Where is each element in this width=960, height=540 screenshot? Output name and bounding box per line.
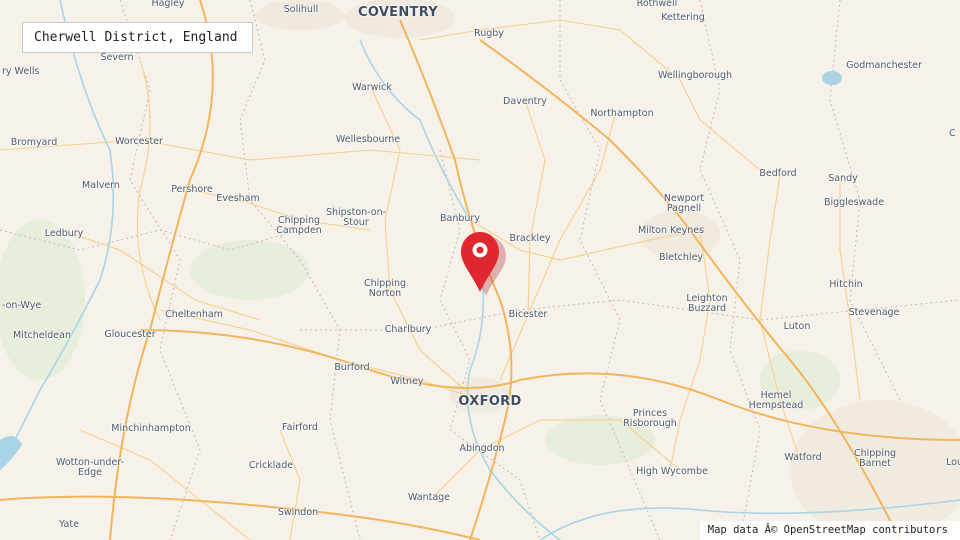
place-label: Watford	[784, 452, 822, 463]
place-label: Rugby	[474, 28, 504, 39]
place-label: Sandy	[828, 173, 858, 184]
place-label: High Wycombe	[636, 466, 708, 477]
place-label: Luton	[783, 321, 811, 332]
place-label: Leighton Buzzard	[686, 293, 728, 314]
place-label: Solihull	[283, 4, 319, 15]
place-label: Swindon	[277, 507, 319, 518]
place-label: Chipping Barnet	[853, 448, 897, 469]
place-label: Newport Pagnell	[663, 193, 705, 214]
place-label: Gloucester	[104, 329, 156, 340]
place-label: Evesham	[216, 193, 260, 204]
place-label: Severn	[100, 52, 134, 63]
place-label: C	[949, 128, 956, 139]
place-label: Charlbury	[384, 324, 432, 335]
place-label: Brackley	[509, 233, 551, 244]
place-label: Wellesbourne	[335, 134, 401, 145]
place-label: Hemel Hempstead	[748, 390, 804, 411]
place-label: Lou	[946, 457, 960, 468]
place-label: Chipping Campden	[276, 215, 322, 236]
attribution-text: Map data Â© OpenStreetMap contributors	[707, 524, 948, 536]
place-label: Burford	[334, 362, 370, 373]
place-label: Rothwell	[636, 0, 678, 9]
place-label: Milton Keynes	[637, 225, 705, 236]
place-label: Minchinhampton	[111, 423, 191, 434]
map-pin-icon[interactable]	[459, 228, 507, 296]
place-label: Hitchin	[829, 279, 863, 290]
place-label: Bedford	[759, 168, 797, 179]
place-label: Wotton-under- Edge	[55, 457, 125, 478]
place-label: Mitcheldean	[12, 330, 72, 341]
place-label: Northampton	[590, 108, 654, 119]
place-label: Hagley	[151, 0, 185, 9]
place-label: Biggleswade	[823, 197, 885, 208]
place-label: Kettering	[661, 12, 705, 23]
place-label: Yate	[59, 519, 79, 530]
place-label: Stevenage	[848, 307, 900, 318]
place-label: Banbury	[440, 213, 480, 224]
place-label: Daventry	[503, 96, 547, 107]
place-label: Ledbury	[44, 228, 84, 239]
location-title-text: Cherwell District, England	[34, 30, 238, 45]
place-label: Witney	[390, 376, 424, 387]
place-label: ry Wells	[2, 66, 40, 77]
place-label: Princes Risborough	[623, 408, 677, 429]
place-label: Bletchley	[658, 252, 704, 263]
place-label: Cricklade	[248, 460, 294, 471]
location-title: Cherwell District, England	[22, 22, 253, 53]
place-label: -on-Wye	[2, 300, 42, 311]
place-label: Wantage	[407, 492, 451, 503]
place-label: Godmanchester	[846, 60, 922, 71]
map-attribution: Map data Â© OpenStreetMap contributors	[699, 521, 960, 540]
place-label: Pershore	[171, 184, 213, 195]
place-label: OXFORD	[458, 394, 522, 409]
place-label: Fairford	[282, 422, 318, 433]
place-label: Cheltenham	[165, 309, 223, 320]
place-label: Bromyard	[10, 137, 58, 148]
place-label: Wellingborough	[657, 70, 733, 81]
place-label: Shipston-on- Stour	[325, 207, 387, 228]
place-label: Malvern	[82, 180, 120, 191]
place-label: Abingdon	[459, 443, 505, 454]
place-label: COVENTRY	[357, 5, 439, 20]
place-label: Chipping Norton	[363, 278, 407, 299]
place-label: Warwick	[352, 82, 392, 93]
place-label: Bicester	[508, 309, 548, 320]
place-label: Worcester	[115, 136, 163, 147]
